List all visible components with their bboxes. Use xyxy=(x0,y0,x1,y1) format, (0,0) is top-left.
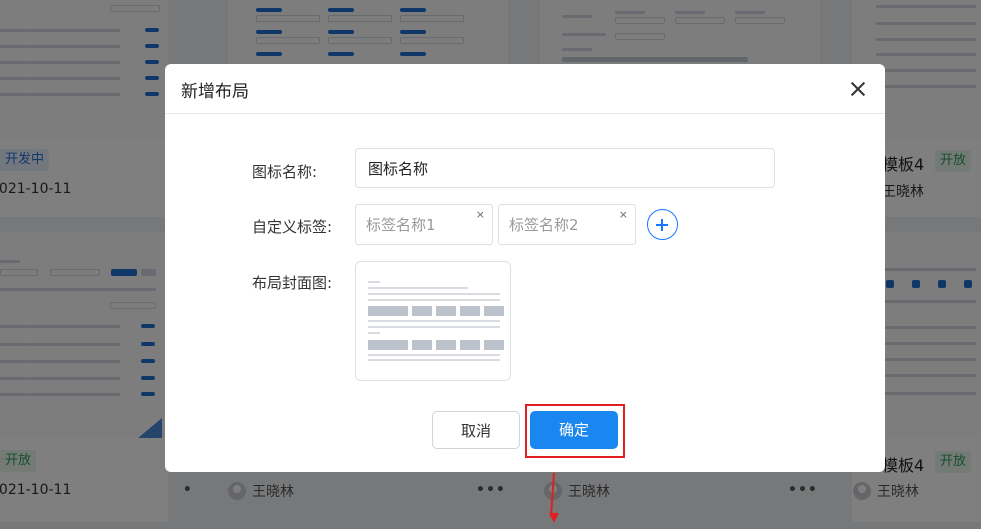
arrow-down-icon xyxy=(549,513,559,523)
highlight-box xyxy=(525,404,625,458)
cover-image-upload[interactable] xyxy=(355,261,511,381)
tag-input-1[interactable]: × xyxy=(355,204,493,245)
add-tag-button[interactable] xyxy=(647,209,678,240)
close-icon[interactable] xyxy=(847,78,869,100)
tag-input-2[interactable]: × xyxy=(498,204,636,245)
dialog-title: 新增布局 xyxy=(181,82,249,102)
cancel-button[interactable]: 取消 xyxy=(432,411,520,449)
cover-image-label: 布局封面图: xyxy=(252,274,333,292)
tag-name-2-field[interactable] xyxy=(499,205,635,244)
dialog-header: 新增布局 xyxy=(165,64,885,114)
custom-tags-label: 自定义标签: xyxy=(252,218,333,236)
tag-name-1-field[interactable] xyxy=(356,205,492,244)
clear-tag-2-icon[interactable]: × xyxy=(619,208,628,221)
icon-name-input[interactable] xyxy=(355,148,775,188)
clear-tag-1-icon[interactable]: × xyxy=(476,208,485,221)
icon-name-label: 图标名称: xyxy=(252,163,318,181)
